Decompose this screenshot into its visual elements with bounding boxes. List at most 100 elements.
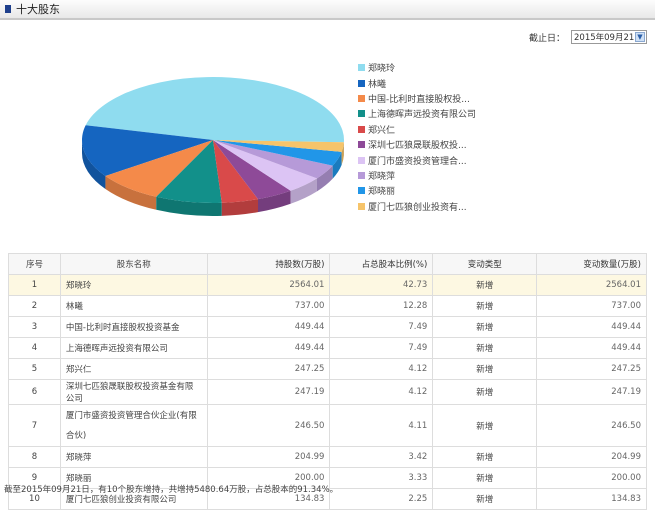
section-icon <box>5 5 11 13</box>
table-row[interactable]: 5郑兴仁247.254.12新增247.25 <box>9 359 647 380</box>
legend-label: 郑晓丽 <box>368 184 395 197</box>
legend-label: 厦门市盛资投资管理合... <box>368 154 467 167</box>
table-cell: 12.28 <box>330 296 433 317</box>
table-cell: 204.99 <box>537 447 647 468</box>
table-row[interactable]: 7厦门市盛资投资管理合伙企业(有限合伙)246.504.11新增246.50 <box>9 405 647 447</box>
table-cell: 4 <box>9 338 61 359</box>
legend-label: 中国-比利时直接股权投... <box>368 92 470 105</box>
table-cell: 449.44 <box>537 338 647 359</box>
date-filter: 截止日： 2015年09月21日▼ <box>529 30 647 44</box>
table-cell: 449.44 <box>207 317 330 338</box>
legend-swatch <box>358 110 365 117</box>
legend-item[interactable]: 厦门七匹狼创业投资有... <box>358 199 476 214</box>
table-cell: 200.00 <box>537 468 647 489</box>
table-cell: 449.44 <box>207 338 330 359</box>
column-header: 变动数量(万股) <box>537 254 647 275</box>
date-select[interactable]: 2015年09月21日▼ <box>571 30 647 44</box>
legend-swatch <box>358 126 365 133</box>
table-cell: 1 <box>9 275 61 296</box>
table-cell: 上海德晖声远投资有限公司 <box>60 338 207 359</box>
table-cell: 4.12 <box>330 380 433 405</box>
table-cell: 7 <box>9 405 61 447</box>
column-header: 占总股本比例(%) <box>330 254 433 275</box>
legend-swatch <box>358 80 365 87</box>
table-cell: 2564.01 <box>537 275 647 296</box>
date-label: 截止日： <box>529 31 565 44</box>
table-cell: 郑晓萍 <box>60 447 207 468</box>
legend-item[interactable]: 郑兴仁 <box>358 122 476 137</box>
table-cell: 42.73 <box>330 275 433 296</box>
table-cell: 郑兴仁 <box>60 359 207 380</box>
legend-item[interactable]: 深圳七匹狼晟联股权投... <box>358 137 476 152</box>
table-cell: 2.25 <box>330 489 433 510</box>
legend-item[interactable]: 上海德晖声远投资有限公司 <box>358 106 476 121</box>
legend-label: 厦门七匹狼创业投资有... <box>368 200 467 213</box>
legend-label: 郑晓玲 <box>368 61 395 74</box>
shareholder-table: 序号股东名称持股数(万股)占总股本比例(%)变动类型变动数量(万股) 1郑晓玲2… <box>8 253 647 510</box>
table-row[interactable]: 1郑晓玲2564.0142.73新增2564.01 <box>9 275 647 296</box>
table-cell: 247.25 <box>537 359 647 380</box>
table-cell: 郑晓玲 <box>60 275 207 296</box>
column-header: 股东名称 <box>60 254 207 275</box>
section-title: 十大股东 <box>16 1 60 17</box>
table-cell: 737.00 <box>537 296 647 317</box>
legend-item[interactable]: 林曦 <box>358 75 476 90</box>
legend-item[interactable]: 中国-比利时直接股权投... <box>358 91 476 106</box>
table-cell: 247.19 <box>207 380 330 405</box>
chart-legend: 郑晓玲林曦中国-比利时直接股权投... 上海德晖声远投资有限公司郑兴仁深圳七匹狼晟… <box>358 60 476 214</box>
legend-label: 深圳七匹狼晟联股权投... <box>368 138 467 151</box>
legend-swatch <box>358 172 365 179</box>
pie-chart <box>0 50 360 240</box>
legend-label: 林曦 <box>368 77 386 90</box>
table-row[interactable]: 4上海德晖声远投资有限公司449.447.49新增449.44 <box>9 338 647 359</box>
table-cell: 7.49 <box>330 317 433 338</box>
table-cell: 6 <box>9 380 61 405</box>
legend-swatch <box>358 95 365 102</box>
table-cell: 449.44 <box>537 317 647 338</box>
table-cell: 新增 <box>433 380 537 405</box>
table-row[interactable]: 6深圳七匹狼晟联股权投资基金有限公司247.194.12新增247.19 <box>9 380 647 405</box>
legend-swatch <box>358 157 365 164</box>
table-cell: 246.50 <box>207 405 330 447</box>
table-row[interactable]: 2林曦737.0012.28新增737.00 <box>9 296 647 317</box>
table-cell: 3.33 <box>330 468 433 489</box>
table-cell: 林曦 <box>60 296 207 317</box>
table-cell: 8 <box>9 447 61 468</box>
table-cell: 新增 <box>433 447 537 468</box>
table-cell: 新增 <box>433 296 537 317</box>
legend-item[interactable]: 郑晓丽 <box>358 183 476 198</box>
table-cell: 204.99 <box>207 447 330 468</box>
table-cell: 中国-比利时直接股权投资基金 <box>60 317 207 338</box>
table-cell: 新增 <box>433 489 537 510</box>
table-cell: 深圳七匹狼晟联股权投资基金有限公司 <box>60 380 207 405</box>
table-cell: 134.83 <box>537 489 647 510</box>
legend-item[interactable]: 郑晓萍 <box>358 168 476 183</box>
legend-item[interactable]: 厦门市盛资投资管理合... <box>358 152 476 167</box>
table-cell: 4.12 <box>330 359 433 380</box>
table-row[interactable]: 3中国-比利时直接股权投资基金449.447.49新增449.44 <box>9 317 647 338</box>
table-cell: 7.49 <box>330 338 433 359</box>
table-cell: 3 <box>9 317 61 338</box>
table-cell: 737.00 <box>207 296 330 317</box>
legend-item[interactable]: 郑晓玲 <box>358 60 476 75</box>
legend-swatch <box>358 203 365 210</box>
table-cell: 2 <box>9 296 61 317</box>
legend-swatch <box>358 64 365 71</box>
table-cell: 5 <box>9 359 61 380</box>
table-cell: 新增 <box>433 359 537 380</box>
section-header: 十大股东 <box>0 0 655 20</box>
legend-label: 上海德晖声远投资有限公司 <box>368 107 476 120</box>
table-cell: 新增 <box>433 338 537 359</box>
column-header: 序号 <box>9 254 61 275</box>
table-row[interactable]: 8郑晓萍204.993.42新增204.99 <box>9 447 647 468</box>
table-cell: 厦门市盛资投资管理合伙企业(有限合伙) <box>60 405 207 447</box>
table-cell: 2564.01 <box>207 275 330 296</box>
date-value: 2015年09月21日 <box>574 31 643 43</box>
legend-swatch <box>358 187 365 194</box>
chevron-down-icon[interactable]: ▼ <box>635 32 645 42</box>
table-cell: 4.11 <box>330 405 433 447</box>
legend-label: 郑兴仁 <box>368 123 395 136</box>
table-cell: 新增 <box>433 468 537 489</box>
table-cell: 3.42 <box>330 447 433 468</box>
column-header: 持股数(万股) <box>207 254 330 275</box>
